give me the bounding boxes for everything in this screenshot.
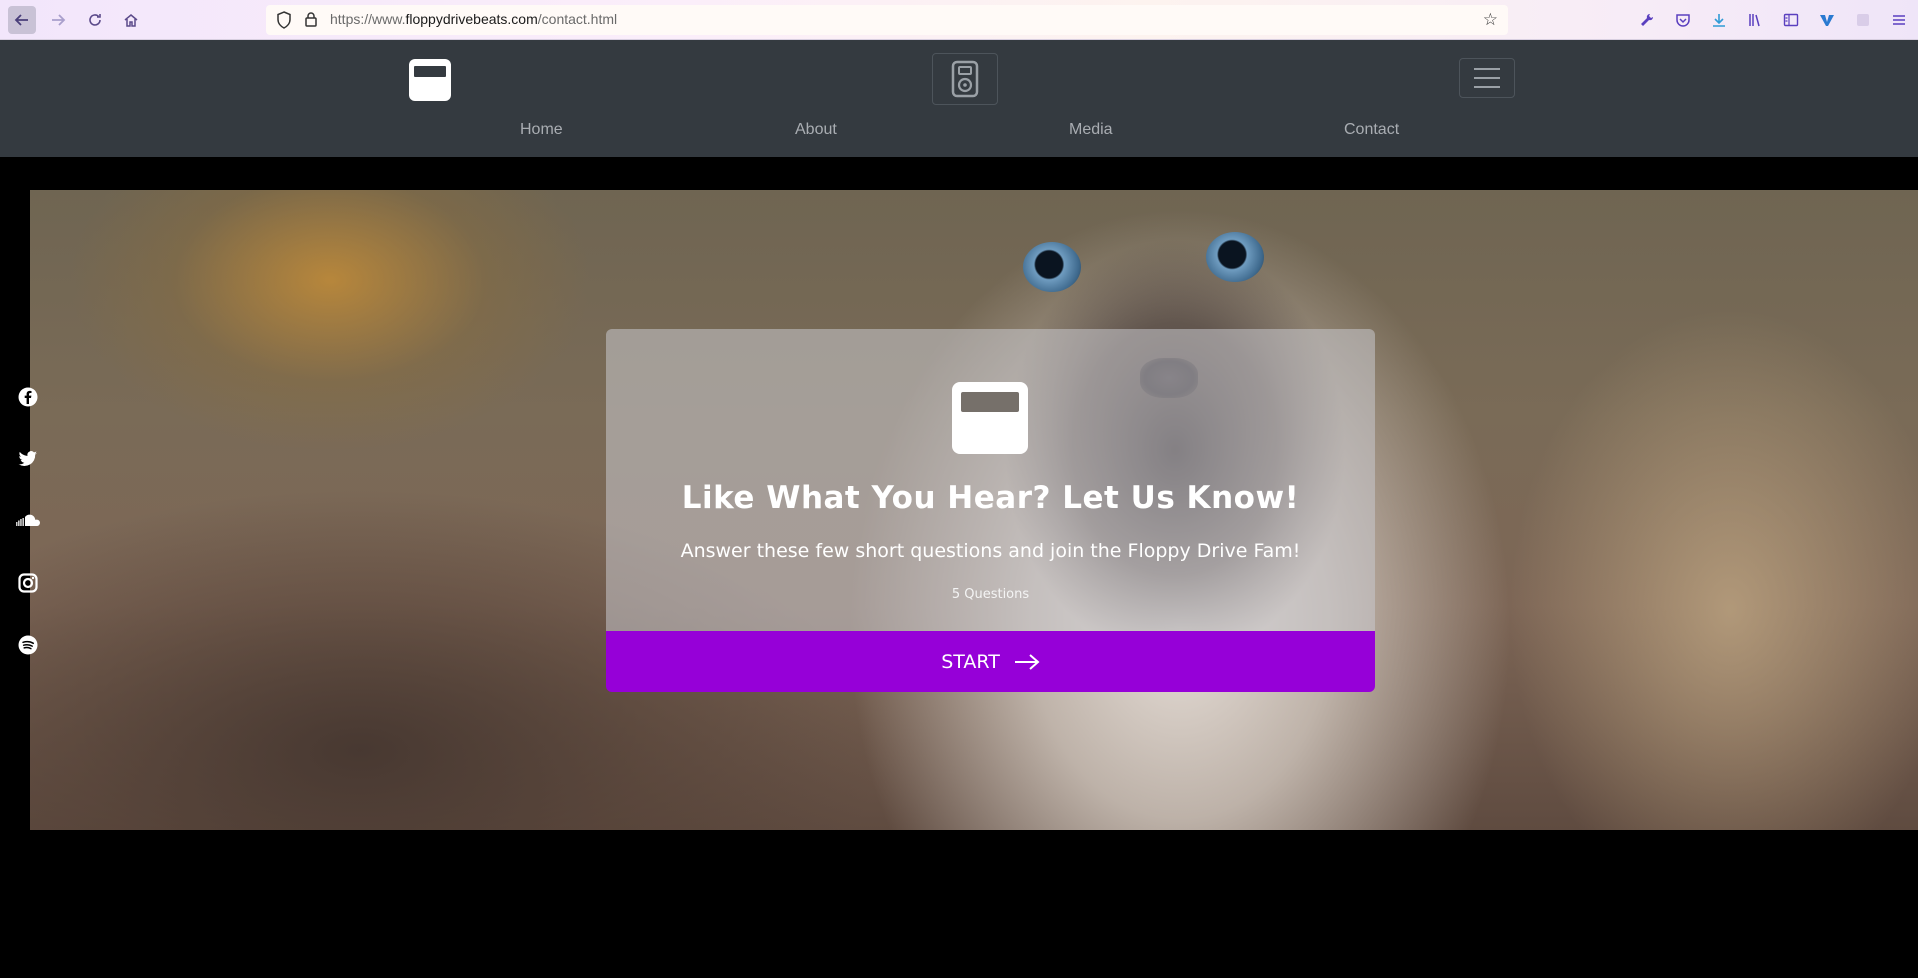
url-bar[interactable]: https://www.floppydrivebeats.com/contact… <box>266 5 1508 35</box>
url-domain: floppydrivebeats.com <box>405 11 538 27</box>
reload-button[interactable] <box>81 6 109 34</box>
lock-icon[interactable] <box>304 11 318 27</box>
home-icon <box>124 14 138 27</box>
quiz-card: Like What You Hear? Let Us Know! Answer … <box>606 329 1375 692</box>
forward-button[interactable] <box>44 6 72 34</box>
url-prefix: https://www. <box>330 11 406 27</box>
nav-link-about[interactable]: About <box>795 121 837 139</box>
menu-icon[interactable] <box>1888 9 1910 31</box>
url-path: /contact.html <box>537 11 618 27</box>
hamburger-bar <box>1474 86 1500 88</box>
floppy-logo-icon[interactable] <box>409 59 451 101</box>
cat-eye-left <box>1023 242 1081 292</box>
back-arrow-icon <box>14 14 28 26</box>
browser-toolbar-icons <box>1636 8 1910 32</box>
pocket-icon[interactable] <box>1672 9 1694 31</box>
floppy-logo-icon <box>952 382 1028 454</box>
wrench-icon[interactable] <box>1636 9 1658 31</box>
quiz-title: Like What You Hear? Let Us Know! <box>681 480 1300 516</box>
vpn-icon[interactable] <box>1816 9 1838 31</box>
extension-icon[interactable] <box>1852 9 1874 31</box>
hamburger-menu-button[interactable] <box>1459 58 1515 98</box>
speaker-toggle-button[interactable] <box>932 53 998 105</box>
start-button[interactable]: START <box>606 631 1375 692</box>
sidebar-icon[interactable] <box>1780 9 1802 31</box>
quiz-card-body: Like What You Hear? Let Us Know! Answer … <box>606 329 1375 631</box>
start-label: START <box>941 650 1000 673</box>
arrow-right-icon <box>1014 653 1040 670</box>
library-icon[interactable] <box>1744 9 1766 31</box>
spotify-icon[interactable] <box>16 633 40 657</box>
browser-toolbar: https://www.floppydrivebeats.com/contact… <box>0 0 1918 40</box>
question-count: 5 Questions <box>951 587 1030 602</box>
back-button[interactable] <box>8 6 36 34</box>
instagram-icon[interactable] <box>16 571 40 595</box>
download-icon[interactable] <box>1708 9 1730 31</box>
facebook-icon[interactable] <box>16 385 40 409</box>
shield-icon[interactable] <box>276 11 292 29</box>
hamburger-bar <box>1474 68 1500 70</box>
nav-link-media[interactable]: Media <box>1069 121 1113 139</box>
forward-arrow-icon <box>52 14 66 26</box>
site-navbar: Home About Media Contact <box>0 40 1918 157</box>
nav-link-home[interactable]: Home <box>520 121 563 139</box>
twitter-icon[interactable] <box>16 447 40 471</box>
speaker-icon <box>951 60 979 98</box>
hamburger-bar <box>1474 77 1500 79</box>
quiz-subtitle: Answer these few short questions and joi… <box>680 540 1301 562</box>
reload-icon <box>89 14 101 26</box>
soundcloud-icon[interactable] <box>16 509 40 533</box>
nav-link-contact[interactable]: Contact <box>1344 121 1399 139</box>
home-button[interactable] <box>117 6 145 34</box>
bookmark-star-icon[interactable]: ☆ <box>1483 10 1498 30</box>
url-text: https://www.floppydrivebeats.com/contact… <box>330 11 617 27</box>
cat-eye-right <box>1206 232 1264 282</box>
